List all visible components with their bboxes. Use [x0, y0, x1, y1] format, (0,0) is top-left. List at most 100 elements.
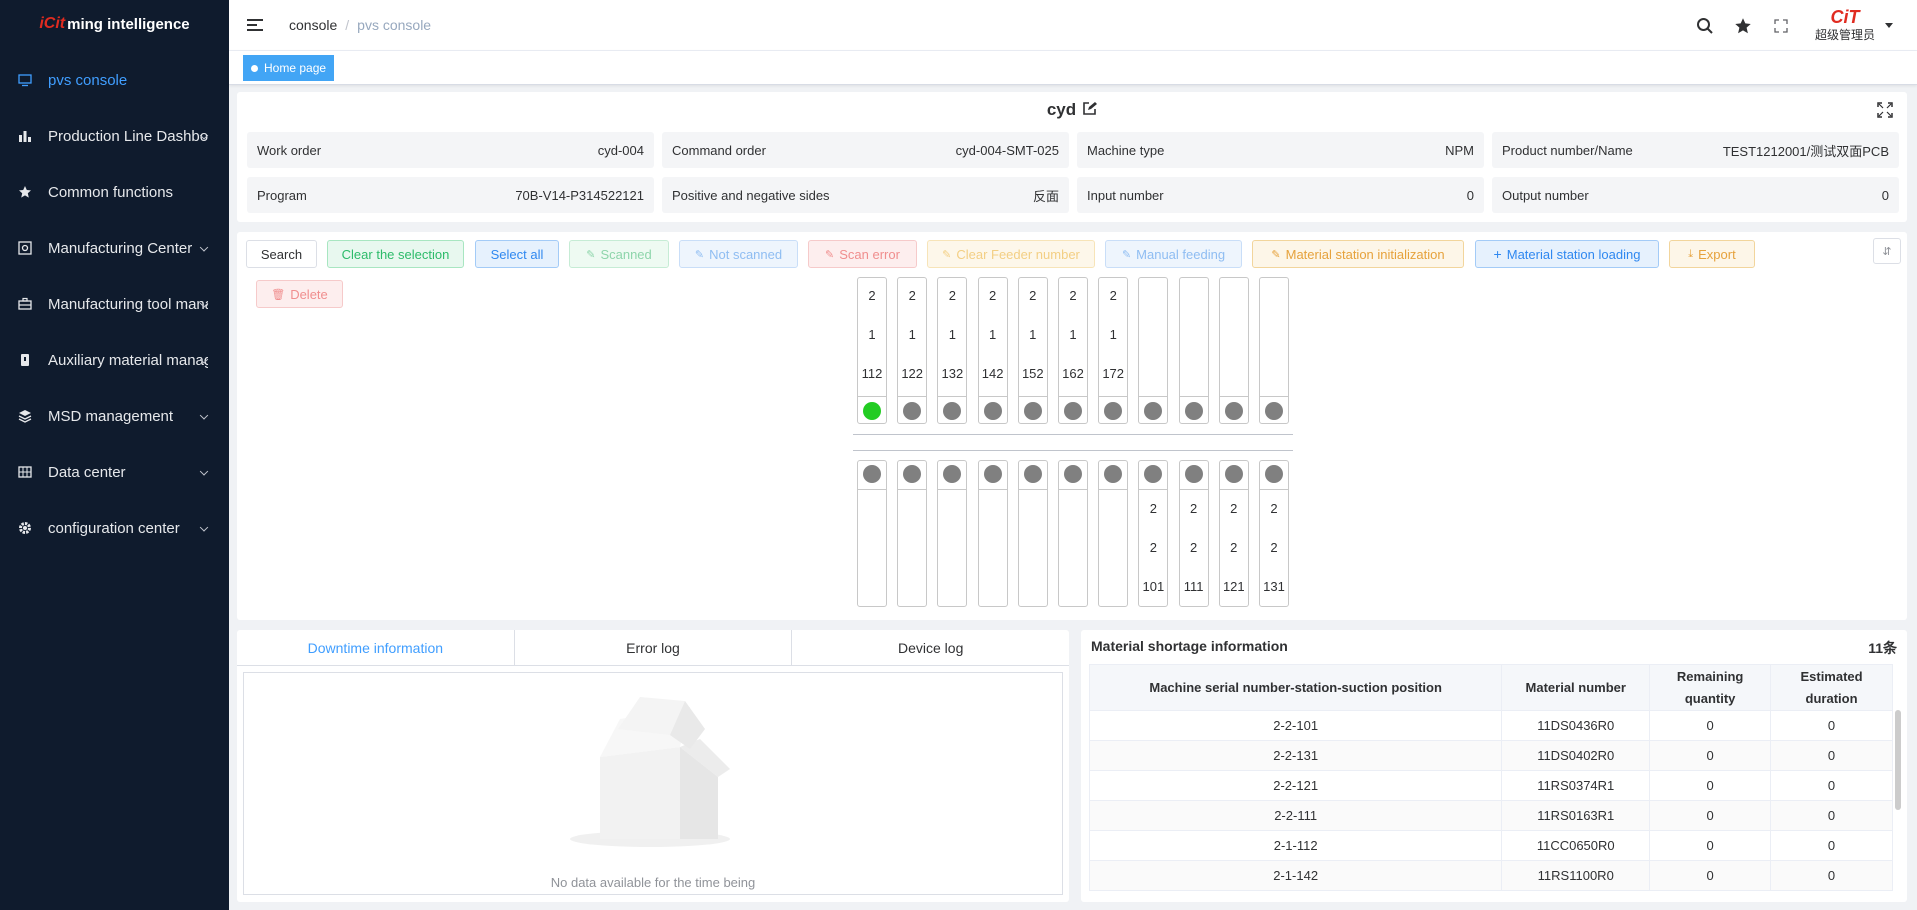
field-label: Input number [1087, 187, 1164, 203]
sidebar-item-label: Auxiliary material management [48, 351, 208, 369]
sidebar-item-manufacturing-tool[interactable]: Manufacturing tool management [0, 276, 229, 332]
table-row[interactable]: 2-1-142 11RS1100R0 0 0 [1088, 860, 1893, 891]
tab-downtime-information[interactable]: Downtime information [237, 630, 515, 665]
column-header[interactable]: Estimated duration [1770, 664, 1893, 711]
tab-bar: Downtime information Error log Device lo… [237, 630, 1069, 666]
tab-error-log[interactable]: Error log [515, 630, 793, 665]
delete-button[interactable]: 🗑 Delete [256, 280, 343, 308]
slot-text: 162 [1062, 366, 1084, 381]
sort-icon: ⇵ [1882, 245, 1892, 258]
feeder-slot[interactable]: 2 2 111 [1178, 460, 1209, 607]
feeder-slot[interactable]: 2 2 121 [1218, 460, 1249, 607]
feeder-slot[interactable] [1218, 277, 1249, 424]
table-cell: 2-2-131 [1088, 740, 1503, 771]
table-row[interactable]: 2-2-101 11DS0436R0 0 0 [1088, 710, 1893, 741]
table-row[interactable]: 2-1-112 11CC0650R0 0 0 [1088, 830, 1893, 861]
pen-icon: ✎ [694, 248, 705, 261]
line-name: cyd [1046, 100, 1077, 119]
slot-text: 2 [988, 288, 997, 303]
status-lamp-icon [1144, 465, 1163, 483]
bottle-icon [18, 353, 32, 367]
field-label: Command order [672, 142, 766, 158]
feeder-slot[interactable] [1259, 277, 1289, 424]
table-row[interactable]: 2-2-111 11RS0163R1 0 0 [1088, 800, 1893, 831]
field-label: Machine type [1087, 142, 1165, 158]
work-order-info-card: cyd Work order cyd-004 Command order cyd-0… [237, 92, 1907, 222]
export-button[interactable]: ⤓ Export [1669, 240, 1755, 268]
feeder-slot[interactable] [1058, 460, 1088, 607]
sidebar-item-msd-management[interactable]: MSD management [0, 388, 229, 444]
clear-selection-button[interactable]: Clear the selection [327, 240, 464, 268]
select-all-button[interactable]: Select all [475, 240, 559, 268]
not-scanned-button[interactable]: ✎ Not scanned [679, 240, 798, 268]
feeder-slot[interactable]: 2 1 172 [1098, 277, 1129, 424]
feeder-slot[interactable]: 2 1 132 [937, 277, 968, 424]
feeder-slot[interactable]: 2 1 152 [1017, 277, 1048, 424]
table-row[interactable]: 2-2-131 11DS0402R0 0 0 [1088, 740, 1893, 771]
feeder-slot[interactable] [977, 460, 1008, 607]
line-title: cyd [237, 100, 1907, 121]
table-cell: 2-1-142 [1088, 860, 1503, 891]
slot-text: 2 [1149, 540, 1157, 555]
edit-icon[interactable] [1082, 101, 1098, 121]
monitor-icon [18, 73, 32, 87]
caret-down-icon[interactable] [1885, 23, 1893, 28]
expand-icon[interactable] [1877, 102, 1893, 121]
manual-feeding-button[interactable]: ✎ Manual feeding [1105, 240, 1242, 268]
star-icon[interactable] [1733, 16, 1753, 36]
table-cell: 0 [1649, 860, 1772, 891]
table-cell: 0 [1770, 770, 1893, 801]
feeder-slot[interactable] [1098, 460, 1129, 607]
scan-error-button[interactable]: ✎ Scan error [808, 240, 917, 268]
search-button[interactable]: Search [246, 240, 317, 268]
feeder-slot[interactable]: 2 1 142 [977, 277, 1008, 424]
column-header[interactable]: Machine serial number-station-suction po… [1088, 664, 1503, 711]
feeder-slot[interactable] [857, 460, 887, 607]
logo-text: ming intelligence [67, 15, 190, 33]
field-output-number: Output number 0 [1492, 177, 1899, 213]
breadcrumb-item-console[interactable]: console [289, 17, 337, 33]
fullscreen-icon[interactable] [1771, 16, 1791, 36]
sidebar-item-production-line-dashboard[interactable]: Production Line Dashboard [0, 108, 229, 164]
scanned-button[interactable]: ✎ Scanned [569, 240, 669, 268]
sidebar-item-data-center[interactable]: Data center [0, 444, 229, 500]
table-row[interactable]: 2-2-121 11RS0374R1 0 0 [1088, 770, 1893, 801]
sort-toggle-button[interactable]: ⇵ [1873, 238, 1901, 264]
feeder-slot[interactable]: 2 2 131 [1259, 460, 1289, 607]
search-icon[interactable] [1695, 16, 1715, 36]
field-machine-type: Machine type NPM [1077, 132, 1484, 168]
feeder-slot[interactable] [937, 460, 968, 607]
sidebar-item-auxiliary-material[interactable]: Auxiliary material management [0, 332, 229, 388]
station-init-button[interactable]: ✎ Material station initialization [1252, 240, 1464, 268]
column-header[interactable]: Remaining quantity [1649, 664, 1772, 711]
sidebar-item-pvs-console[interactable]: pvs console [0, 52, 229, 108]
clear-feeder-button[interactable]: ✎ Clear Feeder number [927, 240, 1095, 268]
tab-device-log[interactable]: Device log [792, 630, 1069, 665]
feeder-slot[interactable]: 2 1 112 [857, 277, 887, 424]
feeder-slot[interactable] [1178, 277, 1209, 424]
pen-icon: ✎ [1271, 248, 1281, 261]
sidebar-item-label: Manufacturing tool management [48, 295, 208, 313]
chevron-down-icon [199, 243, 209, 252]
status-lamp-icon [1184, 402, 1203, 420]
rail-divider-top [853, 434, 1293, 435]
menu-toggle-icon[interactable] [247, 19, 263, 31]
sidebar-item-manufacturing-center[interactable]: Manufacturing Center [0, 220, 229, 276]
feeder-slot[interactable]: 2 1 162 [1058, 277, 1088, 424]
column-header[interactable]: Material number [1501, 664, 1651, 711]
user-menu[interactable]: CiT 超级管理员 [1815, 8, 1875, 43]
top-header: console / pvs console CiT 超级管理员 [229, 0, 1917, 51]
feeder-slot[interactable]: 2 2 101 [1138, 460, 1169, 607]
tag-home-page[interactable]: Home page [243, 55, 335, 81]
user-avatar: CiT [1830, 7, 1860, 27]
slot-text: 1 [1109, 327, 1117, 342]
feeder-slot[interactable] [1017, 460, 1048, 607]
station-loading-button[interactable]: + Material station loading [1475, 240, 1659, 268]
feeder-slot[interactable] [1138, 277, 1169, 424]
feeder-slot[interactable] [897, 460, 928, 607]
feeder-slot[interactable]: 2 1 122 [897, 277, 928, 424]
status-lamp-icon [1064, 402, 1082, 420]
table-scrollbar[interactable] [1895, 710, 1901, 810]
sidebar-item-configuration-center[interactable]: configuration center [0, 500, 229, 556]
sidebar-item-common-functions[interactable]: Common functions [0, 164, 229, 220]
